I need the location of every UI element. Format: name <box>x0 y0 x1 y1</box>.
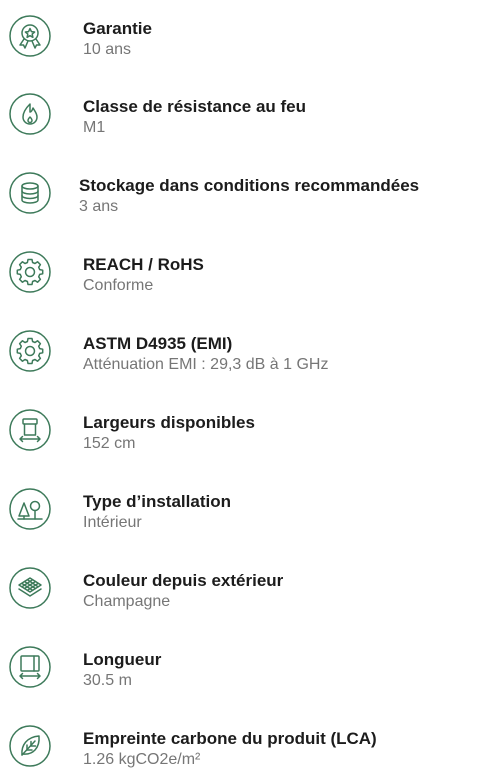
spec-value: 30.5 m <box>83 672 132 689</box>
spec-value: 10 ans <box>83 41 132 58</box>
spec-label: Empreinte carbone du produit (LCA) <box>83 729 377 748</box>
spec-value: Atténuation EMI : 29,3 dB à 1 GHz <box>83 356 329 373</box>
spec-label: Type d’installation <box>83 492 231 511</box>
gear-icon <box>9 251 51 293</box>
spec-label: ASTM D4935 (EMI) <box>83 334 233 353</box>
spec-item-length: Longueur 30.5 m <box>0 641 500 697</box>
gear-icon <box>9 330 51 372</box>
spec-value: M1 <box>83 119 106 136</box>
spec-value: 1.26 kgCO2e/m² <box>83 751 201 768</box>
spec-item-astm: ASTM D4935 (EMI) Atténuation EMI : 29,3 … <box>0 325 500 381</box>
length-icon <box>9 646 51 688</box>
spec-label: Largeurs disponibles <box>83 413 255 432</box>
spec-label: Garantie <box>83 19 152 38</box>
spec-value: Conforme <box>83 277 154 294</box>
spec-item-storage: Stockage dans conditions recommandées 3 … <box>0 167 500 223</box>
spec-value: Champagne <box>83 593 171 610</box>
spec-label: REACH / RoHS <box>83 255 204 274</box>
spec-item-carbon: Empreinte carbone du produit (LCA) 1.26 … <box>0 720 500 776</box>
spec-item-reach-rohs: REACH / RoHS Conforme <box>0 246 500 302</box>
spec-value: 152 cm <box>83 435 136 452</box>
flame-icon <box>9 93 51 135</box>
layers-icon <box>9 567 51 609</box>
tree-house-icon <box>9 488 51 530</box>
spec-label: Classe de résistance au feu <box>83 97 307 116</box>
spec-item-fire-class: Classe de résistance au feu M1 <box>0 88 500 144</box>
spec-item-installation: Type d’installation Intérieur <box>0 483 500 539</box>
spec-value: 3 ans <box>79 198 119 215</box>
spec-label: Stockage dans conditions recommandées <box>79 176 420 195</box>
spec-list: Garantie 10 ans Classe de résistance au … <box>0 0 500 780</box>
leaf-icon <box>9 725 51 767</box>
roll-width-icon <box>9 409 51 451</box>
spec-label: Longueur <box>83 650 162 669</box>
spec-item-color: Couleur depuis extérieur Champagne <box>0 562 500 618</box>
spec-item-widths: Largeurs disponibles 152 cm <box>0 404 500 460</box>
spec-item-garantie: Garantie 10 ans <box>0 10 500 66</box>
database-icon <box>9 172 51 214</box>
warranty-badge-icon <box>9 15 51 57</box>
spec-value: Intérieur <box>83 514 142 531</box>
spec-label: Couleur depuis extérieur <box>83 571 284 590</box>
